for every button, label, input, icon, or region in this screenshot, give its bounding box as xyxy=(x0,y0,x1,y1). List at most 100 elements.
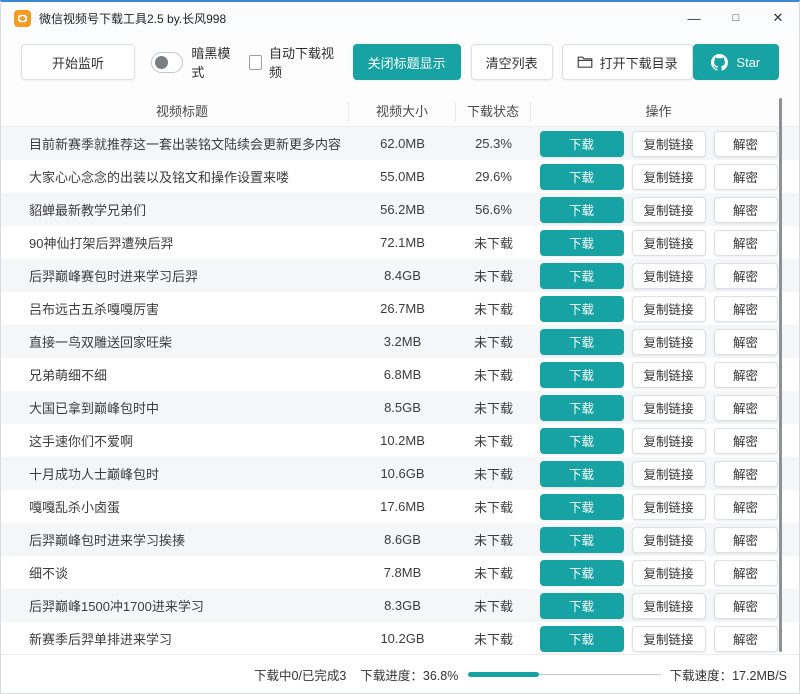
row-operations: 下载 复制链接 解密 xyxy=(531,329,786,355)
decrypt-button[interactable]: 解密 xyxy=(714,263,778,289)
download-button[interactable]: 下载 xyxy=(540,362,624,388)
window-title: 微信视频号下载工具2.5 by.长风998 xyxy=(39,10,226,27)
download-button[interactable]: 下载 xyxy=(540,230,624,256)
decrypt-button[interactable]: 解密 xyxy=(714,164,778,190)
row-title: 后羿巅峰1500冲1700进来学习 xyxy=(16,596,349,615)
row-status: 56.6% xyxy=(456,202,531,217)
decrypt-button[interactable]: 解密 xyxy=(714,230,778,256)
download-button[interactable]: 下载 xyxy=(540,494,624,520)
row-title: 这手速你们不爱啊 xyxy=(16,431,349,450)
wechat-channels-icon xyxy=(17,13,28,24)
decrypt-button[interactable]: 解密 xyxy=(714,395,778,421)
copy-link-button[interactable]: 复制链接 xyxy=(632,263,706,289)
vertical-scrollbar[interactable] xyxy=(779,98,782,652)
download-button[interactable]: 下载 xyxy=(540,461,624,487)
copy-link-button[interactable]: 复制链接 xyxy=(632,131,706,157)
decrypt-button[interactable]: 解密 xyxy=(714,527,778,553)
decrypt-button[interactable]: 解密 xyxy=(714,626,778,652)
folder-icon xyxy=(577,55,593,69)
close-button[interactable]: ✕ xyxy=(757,2,799,34)
decrypt-button[interactable]: 解密 xyxy=(714,461,778,487)
row-size: 3.2MB xyxy=(349,334,456,349)
copy-link-button[interactable]: 复制链接 xyxy=(632,230,706,256)
row-operations: 下载 复制链接 解密 xyxy=(531,395,786,421)
download-button[interactable]: 下载 xyxy=(540,560,624,586)
copy-link-button[interactable]: 复制链接 xyxy=(632,329,706,355)
download-button[interactable]: 下载 xyxy=(540,164,624,190)
start-listen-button[interactable]: 开始监听 xyxy=(21,44,135,80)
copy-link-button[interactable]: 复制链接 xyxy=(632,494,706,520)
row-operations: 下载 复制链接 解密 xyxy=(531,626,786,652)
copy-link-button[interactable]: 复制链接 xyxy=(632,626,706,652)
row-size: 10.2MB xyxy=(349,433,456,448)
decrypt-button[interactable]: 解密 xyxy=(714,494,778,520)
copy-link-button[interactable]: 复制链接 xyxy=(632,428,706,454)
row-title: 新赛季后羿单排进来学习 xyxy=(16,629,349,648)
copy-link-button[interactable]: 复制链接 xyxy=(632,461,706,487)
row-title: 吕布远古五杀嘎嘎厉害 xyxy=(16,299,349,318)
row-title: 嘎嘎乱杀小卤蛋 xyxy=(16,497,349,516)
github-star-button[interactable]: Star xyxy=(693,44,779,80)
decrypt-button[interactable]: 解密 xyxy=(714,197,778,223)
table-row: 吕布远古五杀嘎嘎厉害 26.7MB 未下载 下载 复制链接 解密 xyxy=(1,292,799,325)
minimize-button[interactable]: — xyxy=(673,2,715,34)
copy-link-button[interactable]: 复制链接 xyxy=(632,362,706,388)
dark-mode-toggle[interactable] xyxy=(151,52,183,73)
download-button[interactable]: 下载 xyxy=(540,131,624,157)
copy-link-button[interactable]: 复制链接 xyxy=(632,197,706,223)
download-button[interactable]: 下载 xyxy=(540,626,624,652)
row-operations: 下载 复制链接 解密 xyxy=(531,362,786,388)
row-status: 未下载 xyxy=(456,398,531,417)
download-button[interactable]: 下载 xyxy=(540,593,624,619)
row-size: 8.4GB xyxy=(349,268,456,283)
download-button[interactable]: 下载 xyxy=(540,428,624,454)
auto-download-checkbox[interactable] xyxy=(249,55,262,70)
download-button[interactable]: 下载 xyxy=(540,197,624,223)
decrypt-button[interactable]: 解密 xyxy=(714,329,778,355)
row-size: 10.2GB xyxy=(349,631,456,646)
speed-text: 下载速度：17.2MB/S xyxy=(670,665,787,684)
row-operations: 下载 复制链接 解密 xyxy=(531,230,786,256)
row-status: 25.3% xyxy=(456,136,531,151)
row-size: 10.6GB xyxy=(349,466,456,481)
statusbar: 下载中0/已完成3 下载进度：36.8% 下载速度：17.2MB/S xyxy=(1,654,799,693)
decrypt-button[interactable]: 解密 xyxy=(714,593,778,619)
progress-text: 下载进度：36.8% xyxy=(360,665,458,684)
decrypt-button[interactable]: 解密 xyxy=(714,560,778,586)
decrypt-button[interactable]: 解密 xyxy=(714,428,778,454)
header-video-title: 视频标题 xyxy=(16,102,349,122)
maximize-button[interactable]: □ xyxy=(715,2,757,34)
copy-link-button[interactable]: 复制链接 xyxy=(632,560,706,586)
download-button[interactable]: 下载 xyxy=(540,329,624,355)
copy-link-button[interactable]: 复制链接 xyxy=(632,593,706,619)
decrypt-button[interactable]: 解密 xyxy=(714,362,778,388)
speed-label: 下载速度： xyxy=(670,669,733,683)
close-title-display-button[interactable]: 关闭标题显示 xyxy=(353,44,461,80)
table-row: 后羿巅峰包时进来学习挨揍 8.6GB 未下载 下载 复制链接 解密 xyxy=(1,523,799,556)
copy-link-button[interactable]: 复制链接 xyxy=(632,296,706,322)
row-operations: 下载 复制链接 解密 xyxy=(531,263,786,289)
copy-link-button[interactable]: 复制链接 xyxy=(632,164,706,190)
decrypt-button[interactable]: 解密 xyxy=(714,296,778,322)
row-status: 未下载 xyxy=(456,233,531,252)
row-size: 8.3GB xyxy=(349,598,456,613)
download-button[interactable]: 下载 xyxy=(540,296,624,322)
table-row: 大家心心念念的出装以及铭文和操作设置来喽 55.0MB 29.6% 下载 复制链… xyxy=(1,160,799,193)
download-button[interactable]: 下载 xyxy=(540,395,624,421)
download-button[interactable]: 下载 xyxy=(540,527,624,553)
app-window: 微信视频号下载工具2.5 by.长风998 — □ ✕ 开始监听 暗黑模式 自动… xyxy=(0,0,800,694)
copy-link-button[interactable]: 复制链接 xyxy=(632,527,706,553)
row-title: 大家心心念念的出装以及铭文和操作设置来喽 xyxy=(16,167,349,186)
table-row: 十月成功人士巅峰包时 10.6GB 未下载 下载 复制链接 解密 xyxy=(1,457,799,490)
row-status: 未下载 xyxy=(456,431,531,450)
decrypt-button[interactable]: 解密 xyxy=(714,131,778,157)
progress-label: 下载进度： xyxy=(360,669,423,683)
open-download-dir-button[interactable]: 打开下载目录 xyxy=(562,44,693,80)
row-size: 8.6GB xyxy=(349,532,456,547)
download-button[interactable]: 下载 xyxy=(540,263,624,289)
row-title: 貂蝉最新教学兄弟们 xyxy=(16,200,349,219)
copy-link-button[interactable]: 复制链接 xyxy=(632,395,706,421)
clear-list-button[interactable]: 清空列表 xyxy=(471,44,553,80)
table-row: 细不谈 7.8MB 未下载 下载 复制链接 解密 xyxy=(1,556,799,589)
header-download-status: 下载状态 xyxy=(456,102,531,122)
